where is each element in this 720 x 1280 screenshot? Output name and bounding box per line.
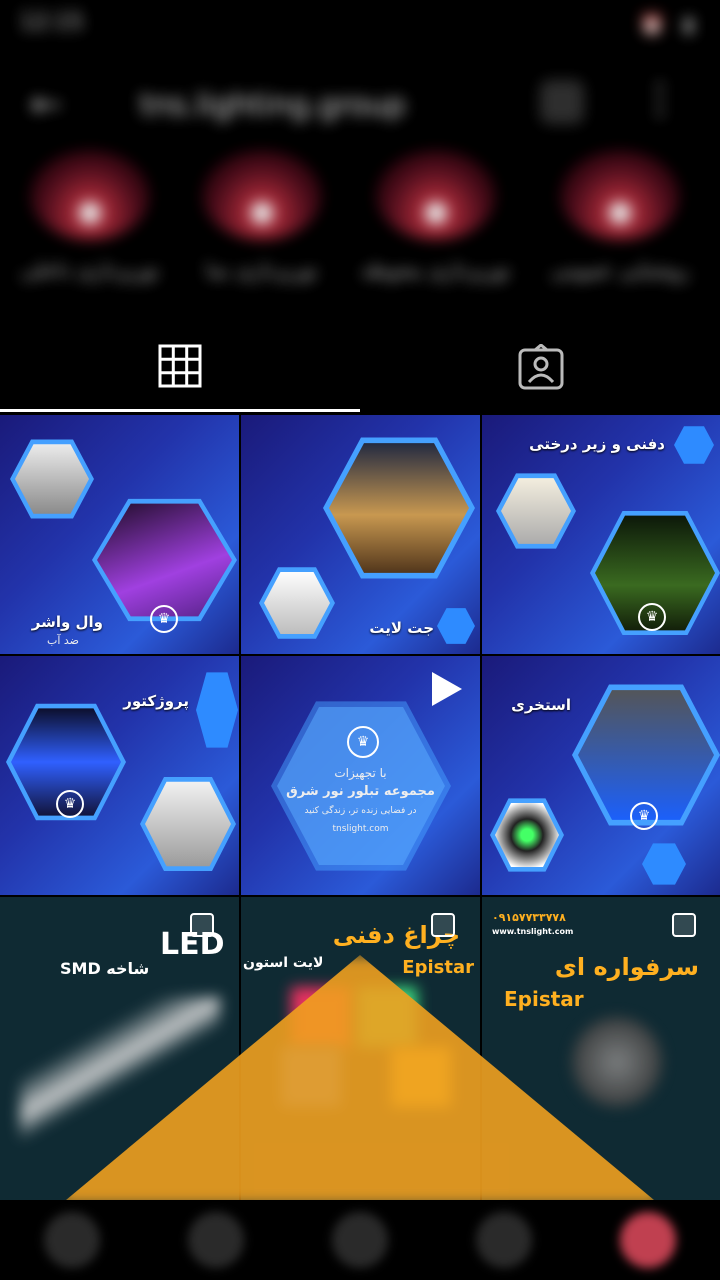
post-title: پروژکتور — [123, 692, 189, 710]
brand-logo-icon: ♛ — [347, 726, 379, 758]
brand-logo-icon: ♛ — [150, 605, 178, 633]
status-bar: 12:15 ⏰ ▮ — [0, 0, 720, 50]
highlight-cover — [30, 150, 150, 240]
home-icon[interactable] — [44, 1212, 100, 1268]
promo-line-1: با تجهیزات — [334, 766, 387, 780]
highlight-cover — [560, 150, 680, 240]
post-tile[interactable]: وال واشر ضد آب ♛ — [0, 415, 239, 654]
highlight-label: نورپردازی نما — [206, 258, 318, 282]
profile-header: ← tns.lighting.group ⋮ — [0, 70, 720, 140]
reels-icon[interactable] — [476, 1212, 532, 1268]
post-subtitle: لایت استون — [243, 955, 324, 971]
post-title: دفنی و زیر درختی — [529, 435, 665, 453]
post-tile[interactable]: پروژکتور ♛ — [0, 656, 239, 895]
video-play-icon — [432, 672, 462, 706]
highlight-cover — [202, 150, 322, 240]
grid-icon — [158, 344, 202, 388]
brand-logo-icon: ♛ — [630, 802, 658, 830]
select-checkbox[interactable] — [431, 913, 455, 937]
post-title: جت لایت — [369, 619, 434, 637]
search-icon[interactable] — [188, 1212, 244, 1268]
highlight-label: روشنایی عمومی — [550, 258, 689, 282]
brand-name: Epistar — [504, 987, 584, 1011]
highlight-label: نورپردازی داخلی — [20, 258, 160, 282]
highlight-cover — [376, 150, 496, 240]
highlight-label: نورپردازی محوطه — [361, 258, 511, 282]
back-arrow-icon[interactable]: ← — [30, 82, 62, 126]
decor-hex — [437, 608, 475, 644]
highlight-item[interactable]: روشنایی عمومی — [540, 150, 700, 282]
post-subtitle: شاخه SMD — [60, 959, 150, 978]
product-image — [572, 1017, 662, 1107]
bottom-nav — [0, 1200, 720, 1280]
post-title: سرفواره ای — [554, 953, 699, 981]
highlight-item[interactable]: نورپردازی داخلی — [10, 150, 170, 282]
add-post-icon[interactable] — [332, 1212, 388, 1268]
post-tile[interactable]: ♛ با تجهیزات مجموعه تبلور نور شرق در فضا… — [241, 656, 480, 895]
promo-line-3: در فضایی زنده تر، زندگی کنید — [304, 806, 417, 816]
post-tile[interactable]: استخری ♛ — [482, 656, 720, 895]
decor-hex — [674, 426, 714, 464]
select-checkbox[interactable] — [672, 913, 696, 937]
highlight-item[interactable]: نورپردازی محوطه — [356, 150, 516, 282]
tagged-person-icon — [518, 344, 564, 390]
status-time: 12:15 — [20, 10, 84, 35]
decor-hex — [642, 843, 686, 885]
more-icon[interactable]: ⋮ — [640, 76, 680, 122]
profile-username: tns.lighting.group — [140, 88, 406, 123]
decor-hex — [196, 672, 238, 748]
post-subtitle: ضد آب — [46, 634, 79, 647]
active-tab-indicator — [0, 409, 360, 412]
post-title: استخری — [511, 696, 571, 714]
highlight-item[interactable]: نورپردازی نما — [182, 150, 342, 282]
post-tile[interactable]: جت لایت — [241, 415, 480, 654]
brand-name: Epistar — [402, 957, 474, 978]
story-highlights: نورپردازی داخلی نورپردازی نما نورپردازی … — [0, 150, 720, 290]
post-tile[interactable]: دفنی و زیر درختی ♛ — [482, 415, 720, 654]
status-icons: ⏰ ▮ — [639, 12, 700, 36]
contact-website: www.tnslight.com — [492, 927, 574, 936]
profile-tabs — [0, 320, 720, 412]
profile-avatar-icon[interactable] — [620, 1212, 676, 1268]
promo-website: tnslight.com — [332, 824, 389, 834]
tab-tagged[interactable] — [360, 320, 720, 412]
brand-logo-icon: ♛ — [638, 603, 666, 631]
brand-logo-icon: ♛ — [56, 790, 84, 818]
select-checkbox[interactable] — [190, 913, 214, 937]
post-title: وال واشر — [31, 613, 103, 631]
promo-line-2: مجموعه تبلور نور شرق — [286, 784, 435, 799]
notification-bell-icon[interactable] — [540, 80, 584, 124]
contact-phone: ۰۹۱۵۷۷۳۳۷۷۸ — [492, 911, 566, 924]
tab-posts[interactable] — [0, 320, 360, 412]
